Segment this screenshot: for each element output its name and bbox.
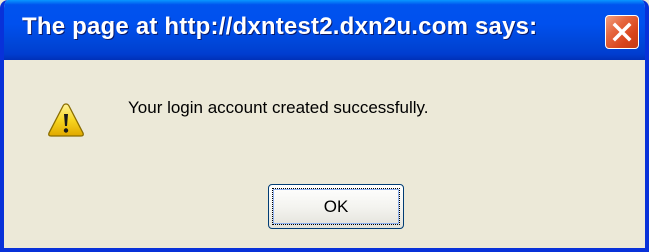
ok-button[interactable]: OK (268, 184, 404, 229)
dialog-title: The page at http://dxntest2.dxn2u.com sa… (22, 13, 538, 40)
close-icon (612, 22, 632, 42)
title-bar[interactable]: The page at http://dxntest2.dxn2u.com sa… (4, 0, 645, 60)
ok-button-label: OK (272, 188, 400, 225)
alert-dialog: The page at http://dxntest2.dxn2u.com sa… (0, 0, 649, 252)
close-button[interactable] (605, 15, 639, 49)
warning-icon (48, 103, 84, 137)
message-text: Your login account created successfully. (128, 98, 429, 117)
